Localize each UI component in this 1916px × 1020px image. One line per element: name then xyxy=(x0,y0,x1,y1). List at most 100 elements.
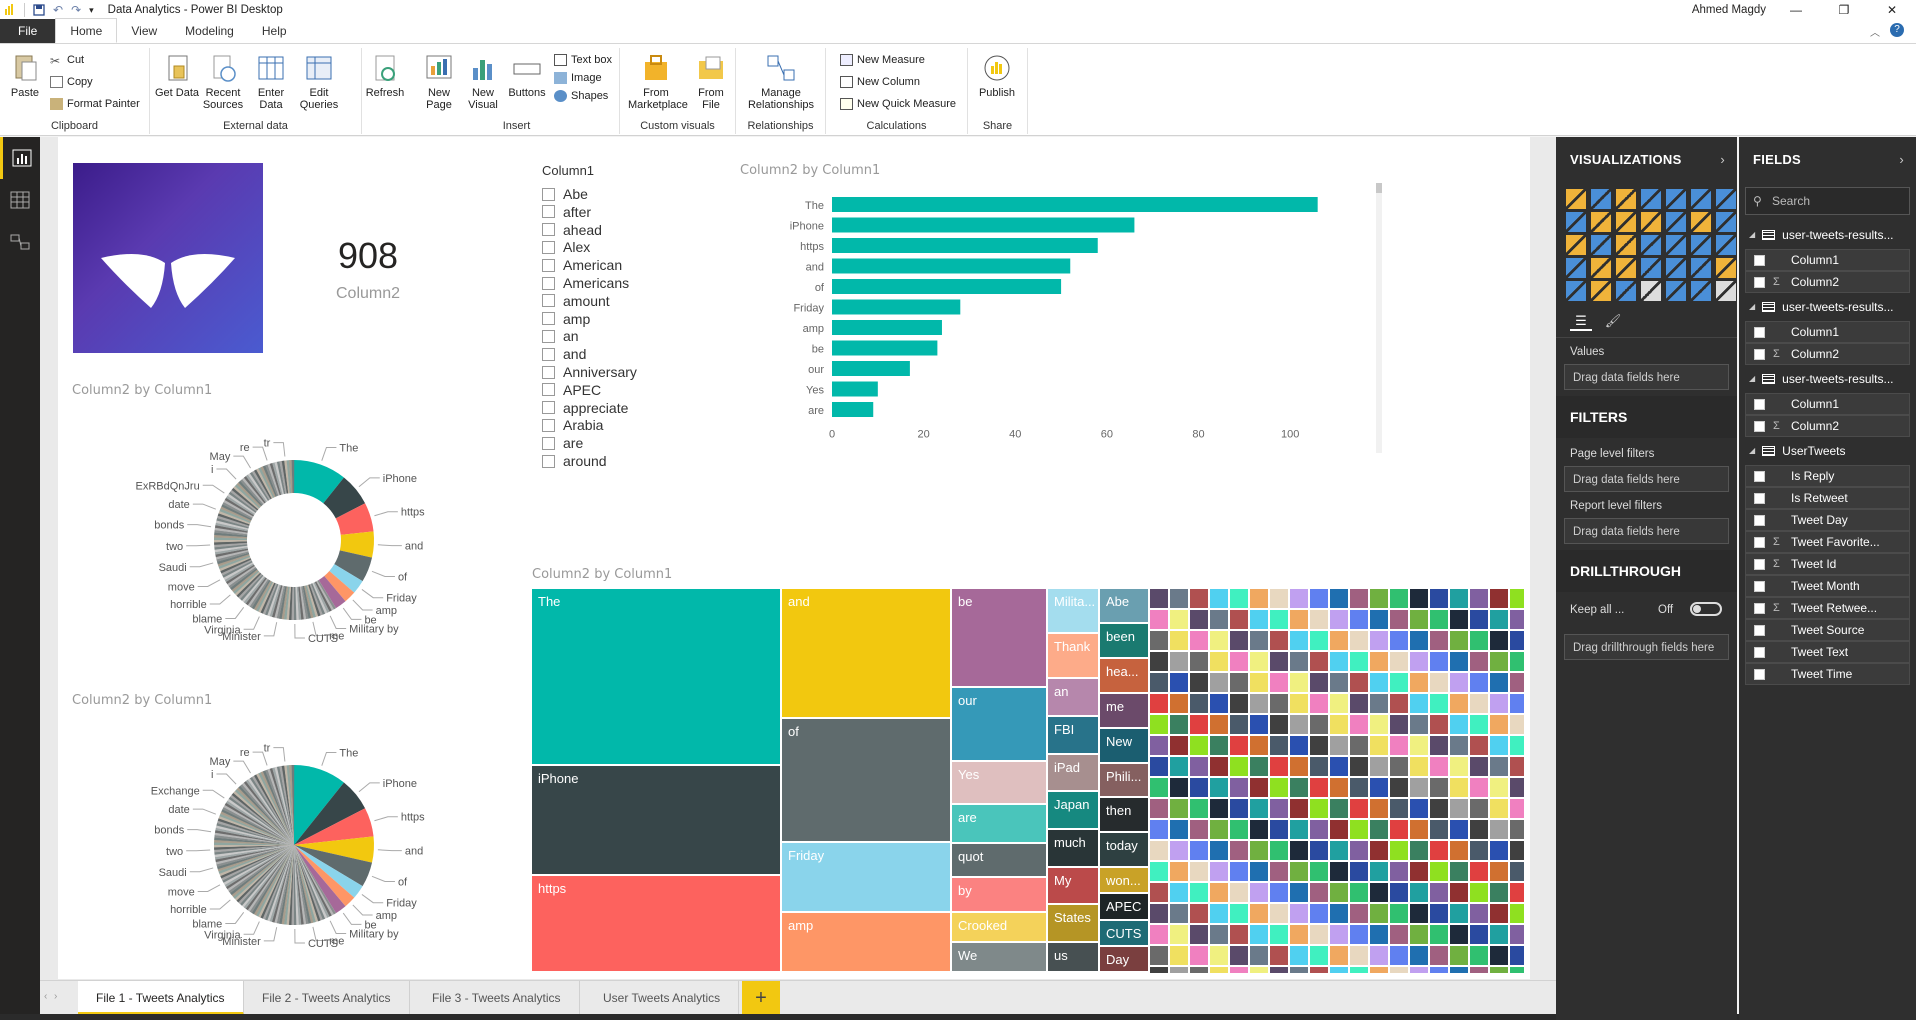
treemap-tile-small[interactable] xyxy=(1450,694,1468,713)
treemap-tile-small[interactable] xyxy=(1370,694,1388,713)
expand-table-icon[interactable]: ◢ xyxy=(1749,437,1755,465)
treemap-tile[interactable]: amp xyxy=(782,913,950,971)
treemap-tile-small[interactable] xyxy=(1490,757,1508,776)
treemap-tile-small[interactable] xyxy=(1330,904,1348,923)
treemap-tile-small[interactable] xyxy=(1170,715,1188,734)
treemap-tile-small[interactable] xyxy=(1230,904,1248,923)
slicer-item[interactable]: Anniversary xyxy=(542,364,637,380)
slicer-checkbox[interactable] xyxy=(542,240,555,254)
treemap-tile-small[interactable] xyxy=(1170,589,1188,608)
treemap-tile-small[interactable] xyxy=(1150,946,1168,965)
treemap-tile-small[interactable] xyxy=(1490,946,1508,965)
treemap-tile-small[interactable] xyxy=(1430,967,1448,973)
treemap-tile-small[interactable] xyxy=(1450,967,1468,973)
treemap-tile-small[interactable] xyxy=(1190,715,1208,734)
treemap-tile-small[interactable] xyxy=(1450,715,1468,734)
treemap-tile-small[interactable] xyxy=(1350,925,1368,944)
treemap-tile-small[interactable] xyxy=(1170,631,1188,650)
treemap-tile[interactable]: won... xyxy=(1100,868,1148,893)
treemap-tile-small[interactable] xyxy=(1350,904,1368,923)
slicer-item[interactable]: Alex xyxy=(542,239,590,255)
treemap-tile-small[interactable] xyxy=(1170,694,1188,713)
treemap-tile-small[interactable] xyxy=(1190,904,1208,923)
format-roller-icon[interactable]: 🖌 xyxy=(1602,313,1624,331)
slicer-item[interactable]: an xyxy=(542,328,579,344)
treemap-tile-small[interactable] xyxy=(1330,967,1348,973)
edit-queries-button[interactable]: Edit Queries xyxy=(296,52,342,111)
treemap-tile-small[interactable] xyxy=(1510,715,1524,734)
treemap-tile-small[interactable] xyxy=(1150,589,1168,608)
visual-type-icon[interactable] xyxy=(1566,258,1586,278)
treemap-tile-small[interactable] xyxy=(1330,778,1348,797)
treemap-tile-small[interactable] xyxy=(1210,904,1228,923)
treemap-tile-small[interactable] xyxy=(1470,799,1488,818)
slicer-item[interactable]: amount xyxy=(542,293,610,309)
field-checkbox[interactable] xyxy=(1754,348,1765,360)
treemap-tile-small[interactable] xyxy=(1170,967,1188,973)
treemap-tile-small[interactable] xyxy=(1250,925,1268,944)
treemap-tile-small[interactable] xyxy=(1430,925,1448,944)
treemap-tile-small[interactable] xyxy=(1230,757,1248,776)
ribbon-collapse-icon[interactable]: ︿ xyxy=(1870,24,1880,39)
treemap-tile-small[interactable] xyxy=(1230,610,1248,629)
treemap-tile-small[interactable] xyxy=(1450,820,1468,839)
user-name[interactable]: Ahmed Magdy xyxy=(1692,4,1766,16)
visual-type-icon[interactable] xyxy=(1716,258,1736,278)
paste-button[interactable]: Paste xyxy=(2,52,48,99)
treemap-tile-small[interactable] xyxy=(1510,883,1524,902)
treemap-tile[interactable]: our xyxy=(952,688,1046,760)
treemap-tile-small[interactable] xyxy=(1510,652,1524,671)
treemap-tile-small[interactable] xyxy=(1250,673,1268,692)
treemap-tile-small[interactable] xyxy=(1270,946,1288,965)
field-item[interactable]: Column1 xyxy=(1745,321,1910,343)
new-column-button[interactable]: New Column xyxy=(840,76,920,88)
treemap-tile-small[interactable] xyxy=(1430,694,1448,713)
treemap-tile-small[interactable] xyxy=(1150,652,1168,671)
field-checkbox[interactable] xyxy=(1754,276,1765,288)
treemap-tile-small[interactable] xyxy=(1430,820,1448,839)
model-view-button[interactable] xyxy=(0,221,40,263)
treemap-tile-small[interactable] xyxy=(1230,673,1248,692)
treemap-tile-small[interactable] xyxy=(1190,589,1208,608)
treemap-tile-small[interactable] xyxy=(1310,883,1328,902)
field-table[interactable]: ◢ user-tweets-results... xyxy=(1739,221,1916,249)
treemap-tile[interactable]: of xyxy=(782,718,950,842)
treemap-tile-small[interactable] xyxy=(1150,883,1168,902)
treemap-tile[interactable]: me xyxy=(1100,693,1148,727)
treemap-tile[interactable]: are xyxy=(952,804,1046,842)
prev-page-icon[interactable]: ‹ xyxy=(44,991,47,1002)
treemap-tile-small[interactable] xyxy=(1290,799,1308,818)
tab-modeling[interactable]: Modeling xyxy=(171,19,248,43)
visual-type-icon[interactable] xyxy=(1641,258,1661,278)
treemap-tile-small[interactable] xyxy=(1310,925,1328,944)
treemap-tile-small[interactable] xyxy=(1290,862,1308,881)
redo-icon[interactable]: ↷ xyxy=(71,3,81,17)
slicer-item[interactable]: ahead xyxy=(542,222,602,238)
slicer-item[interactable]: Abe xyxy=(542,186,588,202)
treemap-tile[interactable]: much xyxy=(1048,829,1098,866)
treemap-tile-small[interactable] xyxy=(1310,610,1328,629)
treemap-tile[interactable]: Crooked xyxy=(952,912,1046,941)
treemap-tile-small[interactable] xyxy=(1430,946,1448,965)
field-checkbox[interactable] xyxy=(1754,558,1765,570)
treemap-tile-small[interactable] xyxy=(1350,967,1368,973)
treemap-tile-small[interactable] xyxy=(1190,757,1208,776)
treemap-tile-small[interactable] xyxy=(1410,610,1428,629)
treemap-tile-small[interactable] xyxy=(1350,757,1368,776)
treemap-tile-small[interactable] xyxy=(1210,694,1228,713)
treemap-tile-small[interactable] xyxy=(1450,862,1468,881)
undo-icon[interactable]: ↶ xyxy=(53,3,63,17)
field-item[interactable]: Σ Tweet Id xyxy=(1745,553,1910,575)
treemap-tile-small[interactable] xyxy=(1270,820,1288,839)
treemap-tile-small[interactable] xyxy=(1490,799,1508,818)
treemap-tile-small[interactable] xyxy=(1270,778,1288,797)
treemap-tile-small[interactable] xyxy=(1510,694,1524,713)
field-item[interactable]: Column1 xyxy=(1745,393,1910,415)
treemap-tile-small[interactable] xyxy=(1150,715,1168,734)
visual-type-icon[interactable] xyxy=(1591,189,1611,209)
field-checkbox[interactable] xyxy=(1754,492,1765,504)
visual-type-icon[interactable] xyxy=(1641,189,1661,209)
field-checkbox[interactable] xyxy=(1754,254,1765,266)
visual-type-icon[interactable] xyxy=(1666,235,1686,255)
treemap-tile-small[interactable] xyxy=(1210,925,1228,944)
